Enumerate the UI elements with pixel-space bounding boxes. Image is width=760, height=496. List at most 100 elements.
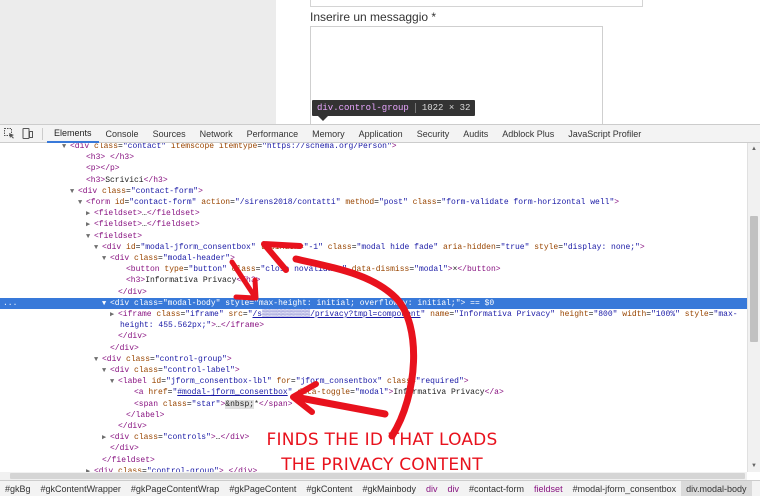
- tab-sources[interactable]: Sources: [146, 125, 193, 143]
- breadcrumb-item[interactable]: div: [443, 484, 465, 494]
- tree-row-content: </div>: [118, 421, 147, 432]
- tree-row[interactable]: ▼ <form id="contact-form" action="/sirens…: [0, 197, 747, 208]
- tree-row[interactable]: ▶ <fieldset>…</fieldset>: [0, 219, 747, 230]
- tree-node-markup: <div class="contact" itemscope itemtype=…: [70, 143, 397, 151]
- tree-row[interactable]: <h3>Informativa Privacy</h3>: [0, 275, 747, 286]
- toolbar-separator: [42, 127, 43, 140]
- row-actions-icon[interactable]: ...: [3, 298, 17, 309]
- tree-row[interactable]: <a href="#modal-jform_consentbox" data-t…: [0, 387, 747, 398]
- page-left-gutter: [0, 0, 276, 124]
- vertical-scrollbar[interactable]: ▲ ▼: [747, 143, 760, 472]
- tree-node-markup: <div class="modal-header">: [110, 254, 235, 263]
- scroll-up-icon[interactable]: ▲: [748, 143, 760, 155]
- tree-row-content: </fieldset>: [102, 455, 155, 466]
- tree-row[interactable]: ▼ <div class="contact-form">: [0, 186, 747, 197]
- tree-row[interactable]: <p></p>: [0, 163, 747, 174]
- tree-row-content: ▼ <label id="jform_consentbox-lbl" for="j…: [110, 376, 469, 388]
- breadcrumb-item[interactable]: div.modal-body: [681, 481, 752, 496]
- tab-security[interactable]: Security: [410, 125, 457, 143]
- breadcrumb-item[interactable]: #gkBg: [0, 484, 36, 494]
- tree-node-markup: <h3>Informativa Privacy</h3>: [126, 276, 261, 286]
- tab-network[interactable]: Network: [193, 125, 240, 143]
- annotation-text: FINDS THE ID THAT LOADS THE PRIVACY CONT…: [232, 428, 532, 478]
- breadcrumb-item[interactable]: fieldset: [529, 484, 568, 494]
- tree-row[interactable]: <span class="star">&nbsp;*</span>: [0, 399, 747, 410]
- tree-row-content: ▶ <fieldset>…</fieldset>: [86, 219, 200, 231]
- breadcrumb-item[interactable]: #gkMainbody: [357, 484, 421, 494]
- tree-row[interactable]: <h3>Scrivici</h3>: [0, 175, 747, 186]
- tree-row[interactable]: <h3> </h3>: [0, 152, 747, 163]
- inspect-element-icon[interactable]: [0, 125, 18, 142]
- tab-elements[interactable]: Elements: [47, 125, 99, 143]
- tree-row-content: <span class="star">&nbsp;*</span>: [134, 399, 293, 410]
- tree-row-content: </div>: [110, 343, 139, 354]
- tree-node-markup: </div>: [110, 444, 139, 454]
- previous-form-input[interactable]: [310, 0, 643, 7]
- tree-node-markup: <form id="contact-form" action="/sirens2…: [86, 198, 620, 207]
- tree-row[interactable]: ▼ <div class="contact" itemscope itemtype…: [0, 143, 747, 152]
- tree-row[interactable]: </div>: [0, 343, 747, 354]
- tree-node-markup: <label id="jform_consentbox-lbl" for="jf…: [118, 377, 469, 387]
- tree-node-markup: </label>: [126, 410, 165, 420]
- tree-row[interactable]: ▼ <label id="jform_consentbox-lbl" for="j…: [0, 376, 747, 387]
- tab-console[interactable]: Console: [99, 125, 146, 143]
- tree-row[interactable]: ▼ <div class="control-label">: [0, 365, 747, 376]
- breadcrumb-item[interactable]: #gkContentWrapper: [36, 484, 126, 494]
- breadcrumb-item[interactable]: #modal-jform_consentbox: [568, 484, 682, 494]
- tree-row-content: ▼ <div class="modal-header">: [102, 253, 235, 265]
- tree-row-content: ▼ <div id="modal-jform_consentbox" tabind…: [94, 242, 645, 254]
- breadcrumb-item[interactable]: div: [421, 484, 443, 494]
- tooltip-selector: div.control-group: [317, 103, 409, 113]
- tree-row[interactable]: </div>: [0, 331, 747, 342]
- tree-node-markup: <div class="control-group">: [102, 354, 232, 364]
- tree-node-markup: </div>: [110, 343, 139, 353]
- tree-row-content: ▼ <fieldset>: [86, 231, 142, 243]
- tree-row-content: </div>: [118, 287, 147, 298]
- tree-row-content: <h3>Scrivici</h3>: [86, 175, 168, 186]
- tree-row-content: ▼ <div class="modal-body" style="max-heig…: [102, 298, 494, 310]
- tab-javascript-profiler[interactable]: JavaScript Profiler: [561, 125, 648, 143]
- selected-tree-row[interactable]: ... ▼ <div class="modal-body" style="max-h…: [0, 297, 747, 310]
- tree-node-markup: <div class="contact-form">: [78, 186, 203, 196]
- tree-row-content: height: 455.562px;">…</iframe>: [120, 320, 264, 331]
- breadcrumb: #gkBg #gkContentWrapper #gkPageContentWrap…: [0, 480, 760, 496]
- tree-node-markup: </div>: [118, 422, 147, 431]
- tree-node-markup: <div id="modal-jform_consentbox" tabinde…: [102, 242, 645, 252]
- breadcrumb-item[interactable]: #gkPageContentWrap: [126, 484, 224, 494]
- tree-row-content: </div>: [110, 443, 139, 454]
- tree-node-markup: <div class="control-label">: [110, 366, 240, 375]
- tree-row[interactable]: ▼ <div class="modal-header">: [0, 253, 747, 264]
- tab-application[interactable]: Application: [352, 125, 410, 143]
- breadcrumb-item[interactable]: #gkContent: [301, 484, 357, 494]
- tree-row-content: <button type="button" class="close noval…: [126, 264, 501, 275]
- tree-row[interactable]: ▶ <fieldset>…</fieldset>: [0, 208, 747, 219]
- tree-node-markup: <iframe class="iframe" src="/s▒▒▒▒▒▒▒▒▒▒…: [118, 310, 738, 319]
- tree-row[interactable]: </div>: [0, 287, 747, 298]
- tree-node-markup: <h3> </h3>: [86, 153, 135, 163]
- tree-row[interactable]: height: 455.562px;">…</iframe>: [0, 320, 747, 331]
- tooltip-size: 1022 × 32: [421, 103, 471, 113]
- elements-tree[interactable]: ▼ <div class="contact" itemscope itemtype…: [0, 143, 747, 472]
- annotation-line-1: FINDS THE ID THAT LOADS: [266, 430, 498, 450]
- tab-adblock-plus[interactable]: Adblock Plus: [495, 125, 561, 143]
- tab-audits[interactable]: Audits: [456, 125, 495, 143]
- tree-row-content: ▶ <fieldset>…</fieldset>: [86, 208, 200, 220]
- scrollbar-thumb[interactable]: [750, 216, 758, 342]
- tree-row-content: </div>: [118, 331, 147, 342]
- device-toolbar-icon[interactable]: [18, 125, 36, 142]
- breadcrumb-item[interactable]: #contact-form: [464, 484, 529, 494]
- tree-row[interactable]: ▼ <div class="control-group">: [0, 354, 747, 365]
- tab-memory[interactable]: Memory: [305, 125, 352, 143]
- tree-row[interactable]: <button type="button" class="close noval…: [0, 264, 747, 275]
- scroll-down-icon[interactable]: ▼: [748, 460, 760, 472]
- tab-performance[interactable]: Performance: [240, 125, 306, 143]
- tree-row[interactable]: ▶ <iframe class="iframe" src="/s▒▒▒▒▒▒▒▒▒…: [0, 309, 747, 320]
- tree-row[interactable]: ▼ <fieldset>: [0, 231, 747, 242]
- tree-row[interactable]: </label>: [0, 410, 747, 421]
- tree-row-content: ▼ <form id="contact-form" action="/sirens…: [78, 197, 619, 209]
- tooltip-arrow: [318, 116, 328, 121]
- breadcrumb-item[interactable]: #gkPageContent: [224, 484, 301, 494]
- tree-row[interactable]: ▼ <div id="modal-jform_consentbox" tabind…: [0, 242, 747, 253]
- tree-node-markup: </div>: [118, 332, 147, 342]
- tooltip-separator: [414, 103, 416, 113]
